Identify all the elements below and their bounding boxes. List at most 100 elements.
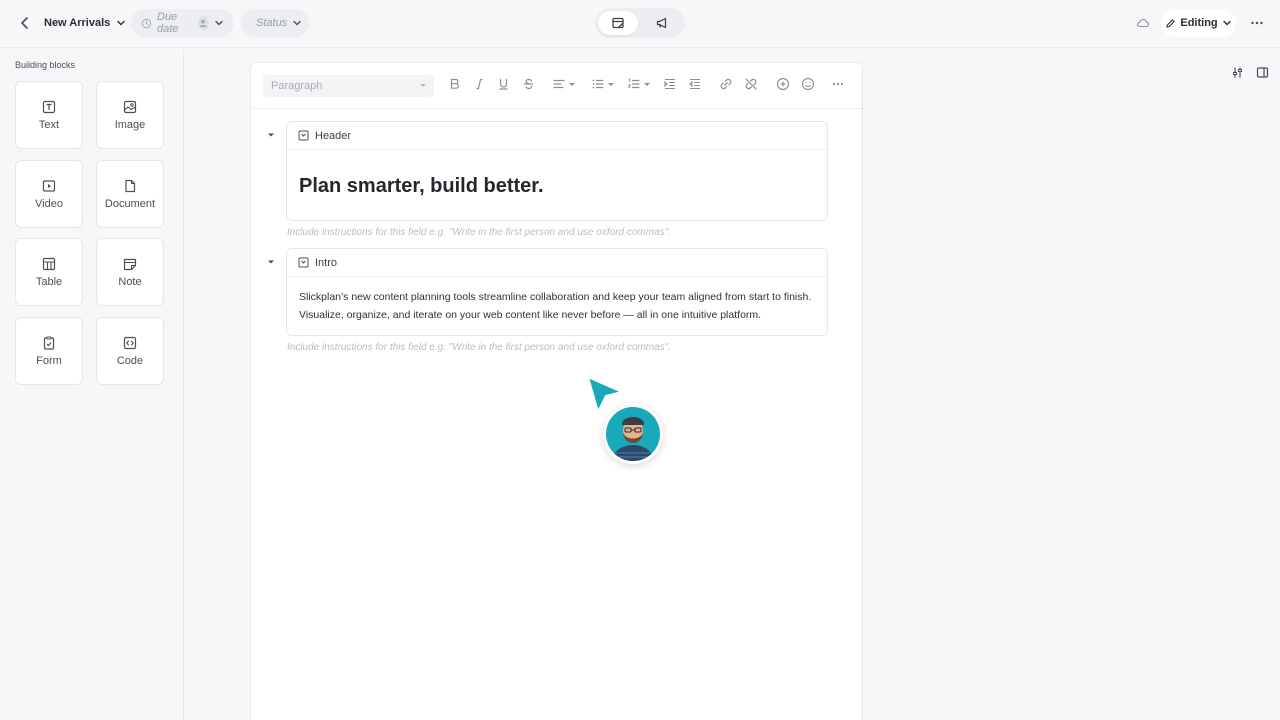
project-title: New Arrivals [44,17,111,29]
back-arrow-icon[interactable] [16,14,34,32]
form-icon [42,336,56,350]
assignee-avatar-icon [197,16,209,30]
block-video[interactable]: Video [15,160,83,228]
block-label: Text [38,118,60,131]
text-block-icon [298,130,309,141]
content-editor: Paragraph Header Plan smarter, build bet… [250,62,863,720]
more-options-icon[interactable] [1248,14,1266,32]
bold-button[interactable] [448,77,461,91]
italic-icon [473,77,486,91]
due-date-placeholder: Due date [157,11,179,35]
collapse-caret-icon[interactable] [267,258,275,266]
field-label: Intro [315,256,338,269]
collapse-caret-icon[interactable] [267,131,275,139]
toggle-panel-icon[interactable] [1256,66,1269,79]
intro-text[interactable]: Slickplan’s new content planning tools s… [299,277,815,324]
paragraph-style-select[interactable]: Paragraph [263,75,434,97]
intro-field: Intro Slickplan’s new content planning t… [286,248,828,336]
note-edit-icon [611,16,625,30]
caret-down-icon [643,80,651,88]
block-label: Image [114,118,146,131]
adjustments-icon[interactable] [1231,66,1244,79]
editing-mode-dropdown[interactable]: Editing [1161,9,1236,37]
bullet-list-icon [591,77,605,91]
person-avatar-icon [606,407,660,461]
text-block-icon [42,100,56,114]
image-icon [123,100,137,114]
block-table[interactable]: Table [15,238,83,306]
underline-button[interactable] [497,77,510,91]
strikethrough-icon [522,77,535,91]
strikethrough-button[interactable] [522,77,535,91]
more-formatting-button[interactable] [831,77,845,91]
numbered-list-dropdown[interactable] [627,77,651,91]
video-icon [42,179,56,193]
underline-icon [497,77,510,91]
content-editor-view-button[interactable] [598,11,638,35]
block-note[interactable]: Note [96,238,164,306]
block-label: Document [104,197,156,210]
indent-button[interactable] [663,77,677,91]
block-label: Code [116,354,144,367]
block-text[interactable]: Text [15,81,83,149]
smiley-icon [801,77,815,91]
indent-icon [663,77,677,91]
field-body[interactable]: Plan smarter, build better. [287,150,827,198]
editing-mode-label: Editing [1180,17,1218,29]
block-label: Form [36,354,62,367]
header-field: Header Plan smarter, build better. [286,121,828,221]
sidebar-heading: Building blocks [15,60,76,70]
block-label: Table [35,275,63,288]
collaborator-avatar [603,404,663,464]
field-header: Header [287,122,827,150]
caret-down-icon [419,81,427,89]
paragraph-style-value: Paragraph [271,80,323,92]
plus-circle-icon [776,77,790,91]
unlink-icon [744,77,758,91]
align-dropdown[interactable] [552,77,576,91]
bold-icon [448,77,461,91]
align-left-icon [552,77,566,91]
link-icon [719,77,733,91]
emoji-button[interactable] [801,77,815,91]
formatting-toolbar: Paragraph [251,63,862,109]
clock-icon [141,18,152,29]
building-blocks-sidebar: Building blocks Text Image Video Documen… [0,49,184,720]
view-switcher [595,8,685,38]
numbered-list-icon [627,77,641,91]
outdent-icon [688,77,702,91]
outdent-button[interactable] [688,77,702,91]
bullet-list-dropdown[interactable] [591,77,615,91]
link-button[interactable] [719,77,733,91]
field-label: Header [315,129,352,142]
field-instructions-hint[interactable]: Include instructions for this field e.g.… [287,342,671,353]
block-image[interactable]: Image [96,81,164,149]
header-text[interactable]: Plan smarter, build better. [299,150,815,198]
top-bar: New Arrivals Due date Status Editing [0,0,1280,48]
announce-view-button[interactable] [642,11,682,35]
unlink-button[interactable] [744,77,758,91]
block-label: Note [118,275,142,288]
block-document[interactable]: Document [96,160,164,228]
note-icon [123,257,137,271]
insert-button[interactable] [776,77,790,91]
block-label: Video [35,197,63,210]
block-code[interactable]: Code [96,317,164,385]
document-icon [123,179,137,193]
chevron-down-icon [116,18,126,28]
table-icon [42,257,56,271]
cloud-sync-icon [1136,16,1150,30]
status-field[interactable]: Status [241,9,309,37]
field-body[interactable]: Slickplan’s new content planning tools s… [287,277,827,324]
chevron-down-icon [1222,18,1232,28]
field-instructions-hint[interactable]: Include instructions for this field e.g.… [287,227,671,238]
pencil-icon [1165,18,1176,29]
block-form[interactable]: Form [15,317,83,385]
megaphone-icon [655,16,669,30]
due-date-field[interactable]: Due date [131,9,234,37]
italic-button[interactable] [473,77,486,91]
caret-down-icon [568,80,576,88]
field-header: Intro [287,249,827,277]
project-title-dropdown[interactable]: New Arrivals [44,14,126,32]
chevron-down-icon [292,18,302,28]
